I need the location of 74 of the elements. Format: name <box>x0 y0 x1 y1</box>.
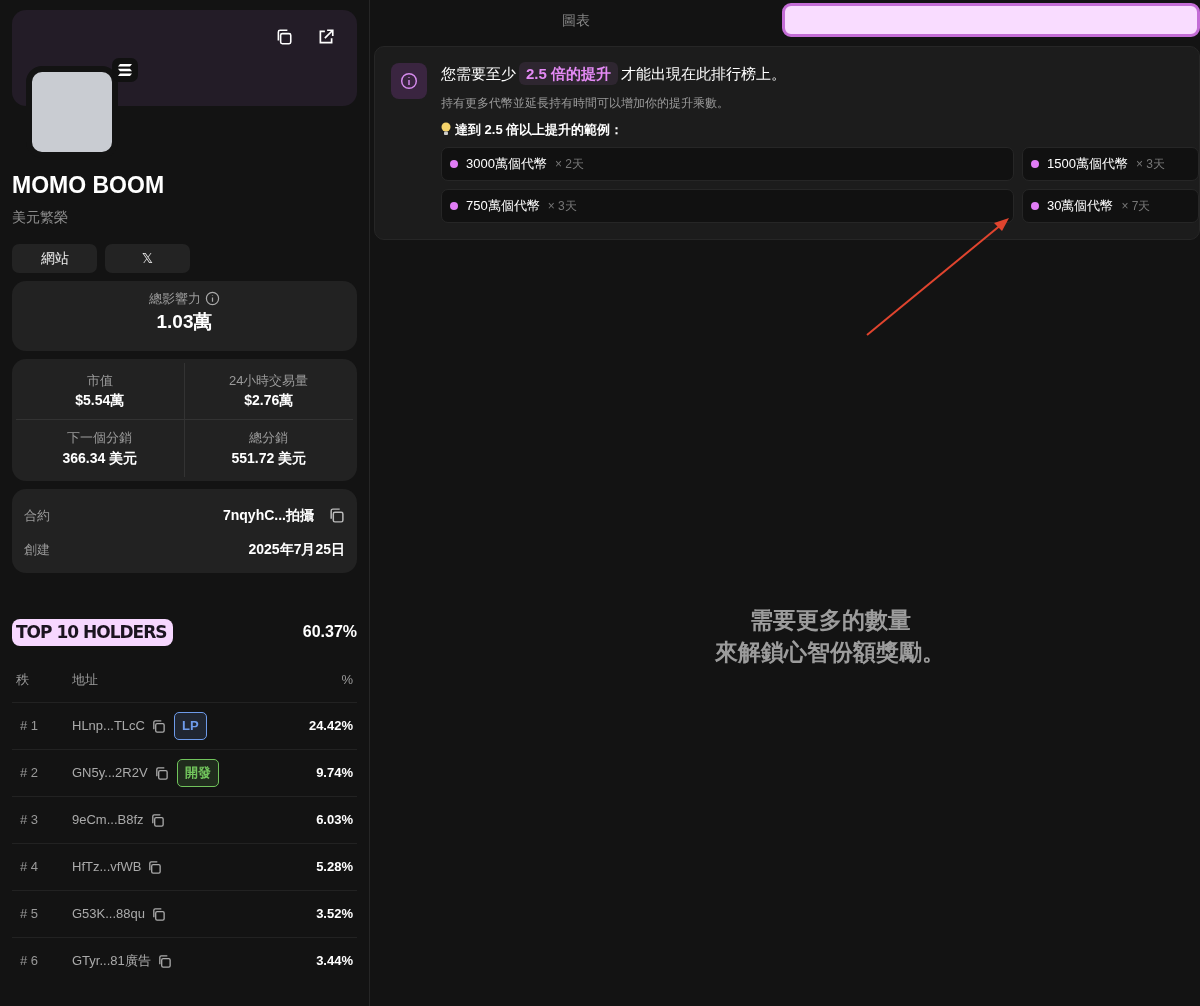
link-button[interactable]: 𝕏 <box>105 243 190 273</box>
holder-tag: 開發 <box>176 759 219 787</box>
example-amount: 3000萬個代幣 <box>466 155 547 174</box>
requirement-text: 您需要至少 2.5 倍的提升 才能出現在此排行榜上。 <box>441 63 1199 86</box>
address-cell-text: 9eCm...B8fz <box>72 811 144 830</box>
info-icon[interactable] <box>205 290 220 306</box>
stat-label: 24小時交易量 <box>228 371 310 390</box>
holders-total: 60.37% <box>302 622 357 643</box>
percent-cell-text: 3.44% <box>316 952 353 971</box>
bullet-icon <box>1031 160 1039 168</box>
lightbulb-icon <box>441 122 451 137</box>
detail-label: 創建 <box>24 540 50 559</box>
percent-cell-text: 3.52% <box>316 905 353 924</box>
address-cell-text: HfTz...vfWB <box>72 858 142 877</box>
example-amount: 30萬個代幣 <box>1047 197 1114 216</box>
percent-cell-text: 6.03% <box>316 811 353 830</box>
tab[interactable] <box>782 3 1200 37</box>
rank-cell-text: # 5 <box>19 905 40 924</box>
example-duration: × 3天 <box>1135 156 1165 173</box>
address-cell-text: HLnp...TLcC <box>72 717 145 736</box>
bullet-icon <box>450 202 458 210</box>
stat-label: 下一個分銷 <box>66 429 134 447</box>
detail-value: 7nqyhC...拍攝 <box>223 506 314 525</box>
bullet-icon <box>450 160 458 168</box>
example-amount: 750萬個代幣 <box>466 197 540 216</box>
detail-label: 合約 <box>24 506 50 525</box>
token-name: MOMO BOOM <box>12 171 166 200</box>
token-subtitle: 美元繁榮 <box>12 207 69 227</box>
column-header: 地址 <box>72 671 99 690</box>
tab[interactable]: 圖表 <box>370 3 782 37</box>
column-header: 秩 <box>16 671 30 690</box>
empty-state-text: 來解鎖心智份額獎勵。 <box>714 638 946 668</box>
bullet-icon <box>1031 202 1039 210</box>
copy-icon[interactable] <box>156 953 172 969</box>
example-duration: × 3天 <box>547 198 577 215</box>
influence-value: 1.03萬 <box>155 310 214 334</box>
example-amount: 1500萬個代幣 <box>1047 155 1128 174</box>
copy-icon[interactable] <box>328 507 345 524</box>
rank-cell-text: # 2 <box>19 764 40 783</box>
example-duration: × 7天 <box>1121 198 1151 215</box>
rank-cell-text: # 1 <box>19 717 40 736</box>
info-icon <box>391 63 427 99</box>
holders-title: TOP 10 HOLDERS <box>12 618 173 646</box>
chain-badge-icon <box>112 58 138 82</box>
copy-icon[interactable] <box>151 906 166 922</box>
hint-text: 持有更多代幣並延長持有時間可以增加你的提升乘數。 <box>441 94 730 112</box>
stat-label: 市值 <box>85 371 114 390</box>
percent-cell-text: 24.42% <box>308 717 353 736</box>
rank-cell-text: # 6 <box>19 952 40 971</box>
example-duration: × 2天 <box>554 156 584 173</box>
copy-icon[interactable] <box>275 28 293 46</box>
stat-label: 總分銷 <box>248 429 290 447</box>
stat-value: $2.76萬 <box>243 391 295 410</box>
empty-state-text: 需要更多的數量 <box>748 606 912 635</box>
stat-value: 551.72 美元 <box>230 448 308 468</box>
copy-icon[interactable] <box>153 765 169 781</box>
address-cell-text: G53K...88qu <box>72 905 145 924</box>
copy-icon[interactable] <box>149 812 165 828</box>
link-button[interactable]: 網站 <box>12 243 97 273</box>
copy-icon[interactable] <box>147 859 163 875</box>
percent-cell-text: 9.74% <box>316 764 353 783</box>
copy-icon[interactable] <box>151 718 166 734</box>
rank-cell-text: # 4 <box>19 858 40 877</box>
stat-value: $5.54萬 <box>74 391 126 410</box>
address-cell-text: GTyr...81廣告 <box>72 952 151 971</box>
rank-cell-text: # 3 <box>19 811 40 830</box>
address-cell-text: GN5y...2R2V <box>72 764 148 783</box>
examples-title: 達到 2.5 倍以上提升的範例： <box>455 120 624 139</box>
influence-label: 總影響力 <box>149 289 201 308</box>
stat-value: 366.34 美元 <box>61 448 139 468</box>
detail-value: 2025年7月25日 <box>248 540 345 559</box>
holder-tag: LP <box>174 712 207 740</box>
percent-cell-text: 5.28% <box>316 858 353 877</box>
column-header: % <box>341 671 353 690</box>
